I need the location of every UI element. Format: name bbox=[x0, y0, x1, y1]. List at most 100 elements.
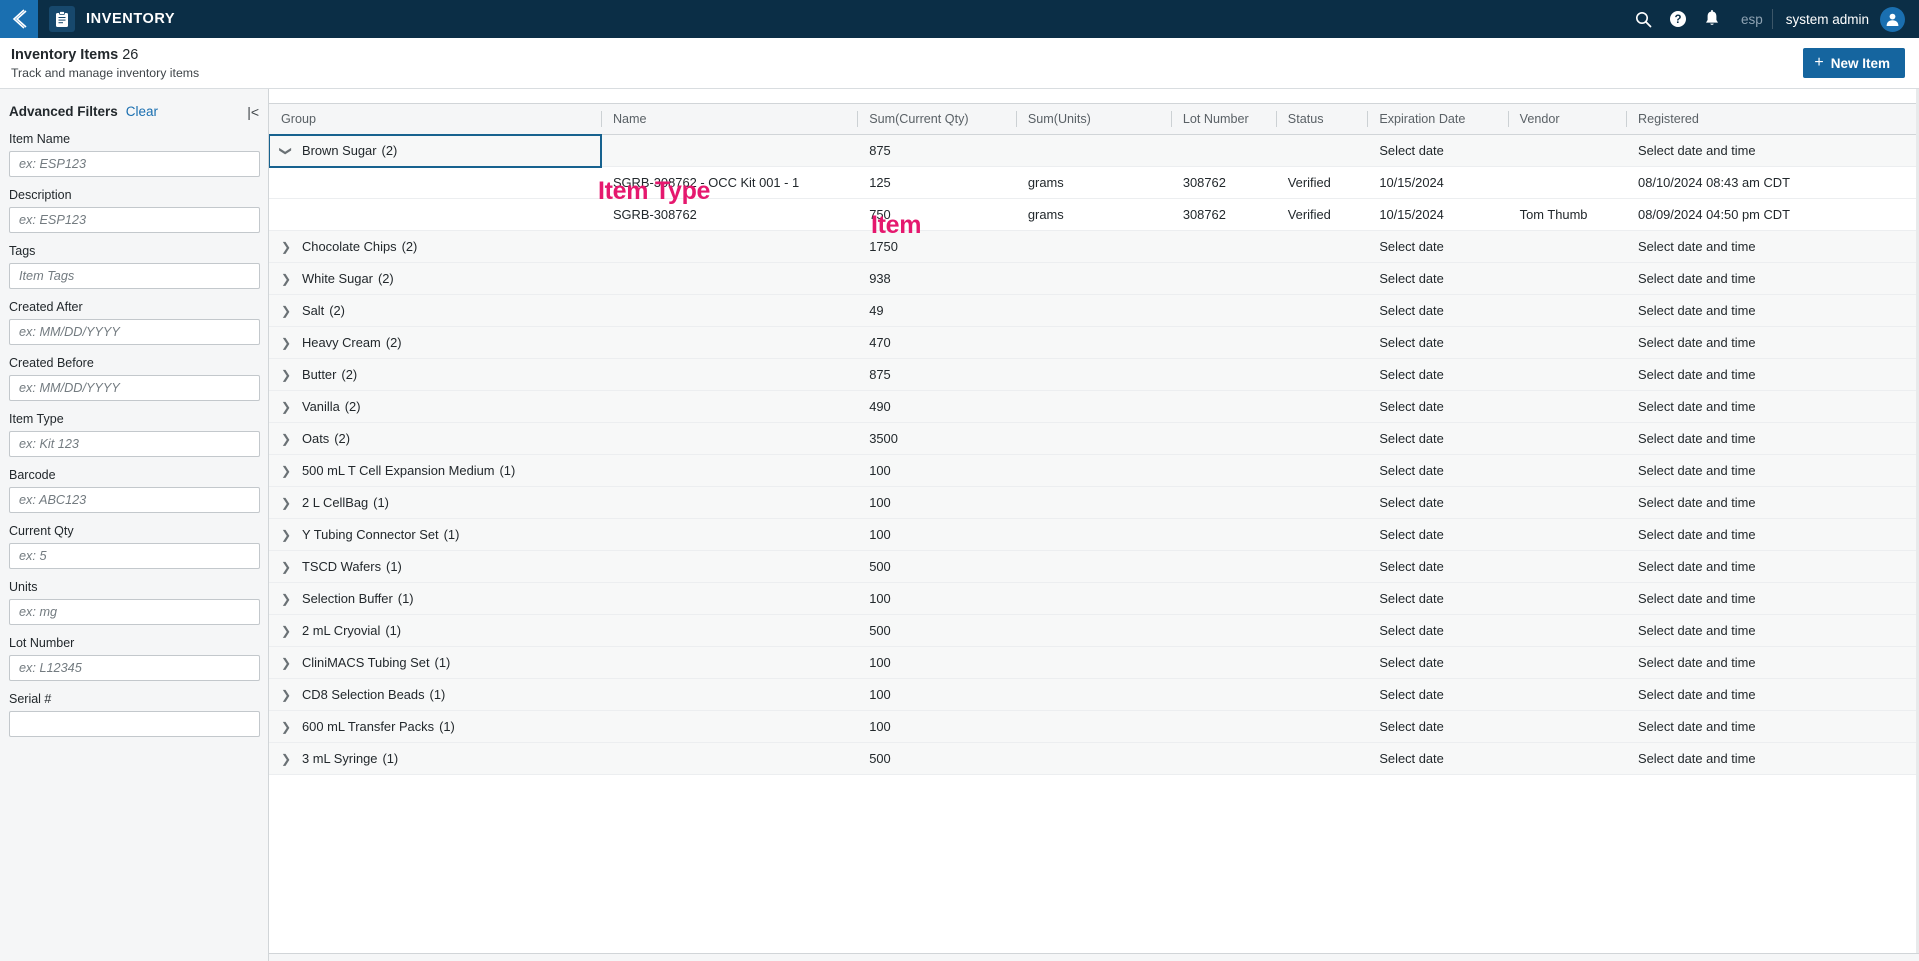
cell-lot-number[interactable] bbox=[1170, 582, 1276, 615]
cell-expiration-date[interactable]: Select date bbox=[1367, 710, 1508, 743]
cell-status[interactable] bbox=[1275, 678, 1368, 711]
table-group-row[interactable]: ❯ Butter (2) 875 Select date Select date and … bbox=[269, 358, 1919, 391]
cell-sum-current-qty[interactable]: 500 bbox=[857, 550, 1016, 583]
cell-sum-units[interactable] bbox=[1015, 614, 1171, 647]
cell-lot-number[interactable] bbox=[1170, 326, 1276, 359]
cell-group[interactable]: ❯ 3 mL Syringe (1) bbox=[269, 742, 601, 775]
cell-vendor[interactable] bbox=[1507, 358, 1627, 391]
chevron-right-icon[interactable]: ❯ bbox=[281, 465, 291, 477]
cell-sum-current-qty[interactable]: 938 bbox=[857, 262, 1016, 295]
cell-name[interactable]: SGRB-308762 - OCC Kit 001 - 1 bbox=[600, 166, 858, 199]
cell-sum-units[interactable] bbox=[1015, 390, 1171, 423]
chevron-right-icon[interactable]: ❯ bbox=[281, 625, 291, 637]
cell-lot-number[interactable] bbox=[1170, 742, 1276, 775]
cell-sum-current-qty[interactable]: 875 bbox=[857, 134, 1016, 167]
cell-vendor[interactable] bbox=[1507, 390, 1627, 423]
cell-group[interactable] bbox=[269, 166, 601, 199]
cell-status[interactable] bbox=[1275, 454, 1368, 487]
cell-sum-units[interactable] bbox=[1015, 262, 1171, 295]
cell-vendor[interactable] bbox=[1507, 294, 1627, 327]
cell-sum-current-qty[interactable]: 470 bbox=[857, 326, 1016, 359]
username-label[interactable]: system admin bbox=[1773, 12, 1880, 27]
cell-sum-current-qty[interactable]: 500 bbox=[857, 614, 1016, 647]
cell-expiration-date[interactable]: Select date bbox=[1367, 454, 1508, 487]
cell-vendor[interactable] bbox=[1507, 230, 1627, 263]
cell-sum-units[interactable]: grams bbox=[1015, 198, 1171, 231]
cell-expiration-date[interactable]: Select date bbox=[1367, 646, 1508, 679]
cell-sum-current-qty[interactable]: 490 bbox=[857, 390, 1016, 423]
column-header-status[interactable]: Status bbox=[1275, 103, 1368, 135]
cell-sum-current-qty[interactable]: 125 bbox=[857, 166, 1016, 199]
column-header-sum-current-qty[interactable]: Sum(Current Qty) bbox=[857, 103, 1016, 135]
cell-sum-current-qty[interactable]: 100 bbox=[857, 518, 1016, 551]
cell-status[interactable] bbox=[1275, 230, 1368, 263]
new-item-button[interactable]: + New Item bbox=[1803, 48, 1905, 78]
cell-expiration-date[interactable]: 10/15/2024 bbox=[1367, 198, 1508, 231]
cell-group[interactable]: ❯ 2 mL Cryovial (1) bbox=[269, 614, 601, 647]
cell-expiration-date[interactable]: Select date bbox=[1367, 230, 1508, 263]
cell-sum-units[interactable] bbox=[1015, 422, 1171, 455]
chevron-right-icon[interactable]: ❯ bbox=[281, 593, 291, 605]
cell-lot-number[interactable] bbox=[1170, 486, 1276, 519]
cell-group[interactable]: ❯ Butter (2) bbox=[269, 358, 601, 391]
chevron-right-icon[interactable]: ❯ bbox=[281, 401, 291, 413]
cell-lot-number[interactable] bbox=[1170, 390, 1276, 423]
cell-status[interactable] bbox=[1275, 742, 1368, 775]
cell-sum-units[interactable] bbox=[1015, 134, 1171, 167]
chevron-right-icon[interactable]: ❯ bbox=[281, 721, 291, 733]
cell-status[interactable] bbox=[1275, 262, 1368, 295]
cell-group[interactable]: ❯ 2 L CellBag (1) bbox=[269, 486, 601, 519]
column-header-registered[interactable]: Registered bbox=[1626, 103, 1919, 135]
table-group-row[interactable]: ❯ 2 L CellBag (1) 100 Select date Select date… bbox=[269, 486, 1919, 519]
table-group-row[interactable]: ❯ White Sugar (2) 938 Select date Select date… bbox=[269, 262, 1919, 295]
cell-name[interactable] bbox=[600, 230, 858, 263]
table-group-row[interactable]: ❯ CliniMACS Tubing Set (1) 100 Select date Se… bbox=[269, 646, 1919, 679]
cell-sum-units[interactable] bbox=[1015, 326, 1171, 359]
cell-lot-number[interactable] bbox=[1170, 134, 1276, 167]
table-group-row[interactable]: ❯ Selection Buffer (1) 100 Select date Select… bbox=[269, 582, 1919, 615]
table-group-row[interactable]: ❯ CD8 Selection Beads (1) 100 Select date Sel… bbox=[269, 678, 1919, 711]
cell-registered[interactable]: Select date and time bbox=[1626, 230, 1919, 263]
cell-registered[interactable]: Select date and time bbox=[1626, 646, 1919, 679]
chevron-right-icon[interactable]: ❯ bbox=[281, 753, 291, 765]
column-header-name[interactable]: Name bbox=[600, 103, 858, 135]
cell-group[interactable]: ❯ 600 mL Transfer Packs (1) bbox=[269, 710, 601, 743]
cell-lot-number[interactable] bbox=[1170, 262, 1276, 295]
filter-input[interactable] bbox=[9, 431, 260, 457]
cell-name[interactable] bbox=[600, 422, 858, 455]
cell-registered[interactable]: Select date and time bbox=[1626, 422, 1919, 455]
cell-vendor[interactable]: Tom Thumb bbox=[1507, 198, 1627, 231]
cell-vendor[interactable] bbox=[1507, 614, 1627, 647]
cell-sum-units[interactable] bbox=[1015, 678, 1171, 711]
table-group-row[interactable]: ❯ 3 mL Syringe (1) 500 Select date Select dat… bbox=[269, 742, 1919, 775]
cell-vendor[interactable] bbox=[1507, 582, 1627, 615]
cell-sum-units[interactable]: grams bbox=[1015, 166, 1171, 199]
cell-expiration-date[interactable]: Select date bbox=[1367, 518, 1508, 551]
cell-name[interactable] bbox=[600, 742, 858, 775]
table-group-row[interactable]: ❯ Brown Sugar (2) 875 Select date Select date… bbox=[269, 133, 1919, 168]
chevron-right-icon[interactable]: ❯ bbox=[281, 369, 291, 381]
cell-sum-units[interactable] bbox=[1015, 646, 1171, 679]
table-row[interactable]: SGRB-308762 - OCC Kit 001 - 1 125 grams 308… bbox=[269, 166, 1919, 199]
cell-sum-units[interactable] bbox=[1015, 486, 1171, 519]
cell-group[interactable]: ❯ Heavy Cream (2) bbox=[269, 326, 601, 359]
cell-registered[interactable]: Select date and time bbox=[1626, 486, 1919, 519]
cell-registered[interactable]: Select date and time bbox=[1626, 390, 1919, 423]
cell-expiration-date[interactable]: Select date bbox=[1367, 326, 1508, 359]
cell-lot-number[interactable] bbox=[1170, 422, 1276, 455]
cell-status[interactable]: Verified bbox=[1275, 166, 1368, 199]
column-header-vendor[interactable]: Vendor bbox=[1507, 103, 1627, 135]
cell-sum-units[interactable] bbox=[1015, 230, 1171, 263]
cell-sum-current-qty[interactable]: 100 bbox=[857, 646, 1016, 679]
cell-name[interactable] bbox=[600, 710, 858, 743]
clear-filters-button[interactable]: Clear bbox=[126, 104, 158, 119]
cell-sum-current-qty[interactable]: 500 bbox=[857, 742, 1016, 775]
cell-sum-units[interactable] bbox=[1015, 454, 1171, 487]
cell-lot-number[interactable]: 308762 bbox=[1170, 166, 1276, 199]
cell-sum-current-qty[interactable]: 100 bbox=[857, 678, 1016, 711]
chevron-right-icon[interactable]: ❯ bbox=[281, 337, 291, 349]
cell-name[interactable] bbox=[600, 646, 858, 679]
cell-name[interactable]: SGRB-308762 bbox=[600, 198, 858, 231]
chevron-right-icon[interactable]: ❯ bbox=[281, 273, 291, 285]
table-group-row[interactable]: ❯ 500 mL T Cell Expansion Medium (1) 100 Sel… bbox=[269, 454, 1919, 487]
